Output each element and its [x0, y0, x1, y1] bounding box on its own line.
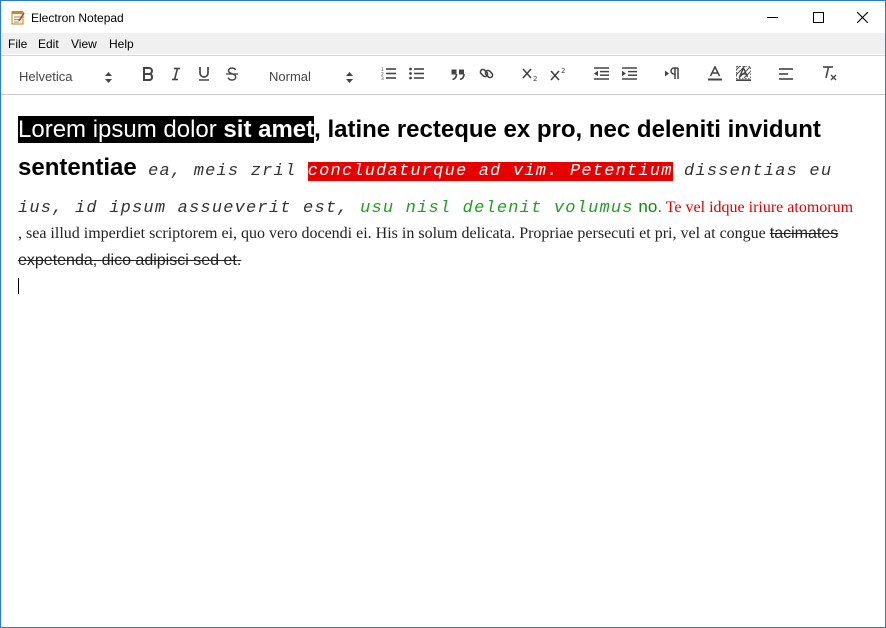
document-paragraph: Lorem ipsum dolor sit amet, latine recte…: [18, 112, 869, 226]
indent-button[interactable]: [618, 56, 640, 96]
menu-help[interactable]: Help: [109, 37, 134, 51]
superscript-icon: 2: [549, 67, 567, 86]
selected-bold-text: sit amet: [223, 116, 315, 143]
app-window: Electron Notepad File Edit View Help Hel…: [0, 0, 886, 628]
font-color-icon: [708, 65, 722, 86]
minimize-icon: [766, 12, 778, 23]
strikethrough-icon: [225, 66, 239, 86]
font-color-button[interactable]: [704, 56, 726, 96]
close-button[interactable]: [839, 1, 885, 33]
green-text: no.: [633, 197, 663, 216]
notepad-icon: [11, 10, 25, 25]
close-icon: [856, 11, 868, 23]
blockquote-icon: [451, 67, 465, 85]
title-bar: Electron Notepad: [1, 1, 885, 33]
outdent-icon: [593, 67, 609, 85]
subscript-icon: 2: [521, 67, 539, 86]
green-code-text: usu nisl delenit volumus: [360, 199, 634, 218]
italic-icon: [169, 67, 183, 86]
blockquote-button[interactable]: [447, 56, 469, 96]
serif-text: , sea illud imperdiet scriptorem ei, quo…: [18, 225, 770, 242]
bold-icon: [141, 66, 155, 86]
link-button[interactable]: [475, 56, 497, 96]
menu-file[interactable]: File: [8, 37, 27, 51]
svg-text:3: 3: [381, 76, 384, 80]
select-arrows-icon: [105, 70, 112, 88]
svg-text:2: 2: [533, 75, 537, 81]
formatting-toolbar: Helvetica Normal 1 2 3 2 2: [1, 55, 885, 95]
menu-bar: File Edit View Help: [1, 33, 885, 54]
maximize-button[interactable]: [795, 1, 841, 33]
ordered-list-button[interactable]: 123: [377, 56, 399, 96]
text-cursor: [18, 278, 19, 294]
link-icon: [479, 66, 494, 86]
subscript-button[interactable]: 2: [519, 56, 541, 96]
select-arrows-icon: [346, 70, 353, 88]
document-editor[interactable]: Lorem ipsum dolor sit amet, latine recte…: [1, 96, 885, 627]
text-size-select[interactable]: Normal: [269, 56, 357, 96]
underline-icon: [197, 66, 211, 86]
superscript-button[interactable]: 2: [547, 56, 569, 96]
italic-button[interactable]: [165, 56, 187, 96]
selected-text: Lorem ipsum dolor: [18, 116, 224, 143]
align-button[interactable]: [775, 56, 797, 96]
ordered-list-icon: 123: [381, 67, 396, 85]
underline-button[interactable]: [193, 56, 215, 96]
font-family-value: Helvetica: [19, 68, 73, 84]
bullet-list-icon: [408, 67, 424, 85]
menu-view[interactable]: View: [71, 37, 97, 51]
highlighted-text: concludaturque ad vim. Petentium: [307, 162, 673, 181]
red-serif-text: Te vel idque iriure atomorum: [662, 199, 854, 216]
bullet-list-button[interactable]: [405, 56, 427, 96]
font-family-select[interactable]: Helvetica: [19, 56, 115, 96]
strikethrough-button[interactable]: [221, 56, 243, 96]
background-color-button[interactable]: [732, 56, 754, 96]
maximize-icon: [812, 11, 824, 23]
code-italic-text: ea, meis zril: [136, 162, 308, 181]
window-title: Electron Notepad: [31, 11, 124, 25]
document-paragraph-serif: , sea illud imperdiet scriptorem ei, quo…: [18, 220, 869, 274]
text-size-value: Normal: [269, 68, 311, 84]
background-color-icon: [735, 65, 751, 86]
minimize-button[interactable]: [749, 1, 795, 33]
clear-formatting-button[interactable]: [818, 56, 840, 96]
text-direction-icon: [664, 67, 680, 85]
indent-icon: [621, 67, 637, 85]
menu-edit[interactable]: Edit: [38, 37, 59, 51]
text-direction-button[interactable]: [661, 56, 683, 96]
clear-formatting-icon: [822, 66, 837, 86]
align-left-icon: [779, 67, 793, 85]
outdent-button[interactable]: [590, 56, 612, 96]
svg-text:2: 2: [561, 67, 565, 75]
bold-button[interactable]: [137, 56, 159, 96]
